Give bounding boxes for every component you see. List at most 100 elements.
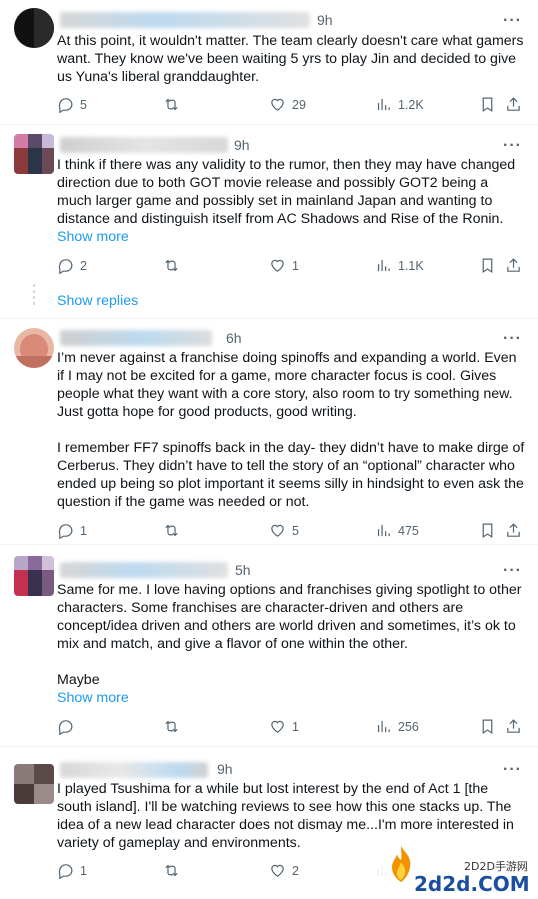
action-bar: 5 29 1.2K (57, 96, 527, 116)
author-name-blurred (60, 330, 212, 346)
reply-count: 2 (80, 258, 87, 273)
like-button[interactable]: 1 (269, 718, 299, 735)
tweet-time[interactable]: 5h (235, 562, 251, 578)
bookmark-icon (482, 97, 493, 113)
reply-button[interactable]: 5 (57, 96, 87, 113)
repost-icon (165, 720, 178, 733)
repost-icon (165, 864, 178, 877)
repost-icon (165, 98, 178, 111)
bookmark-icon (482, 523, 493, 539)
more-options-icon[interactable]: ··· (503, 330, 522, 348)
share-icon (507, 523, 520, 537)
bookmark-button[interactable] (479, 718, 496, 735)
more-options-icon[interactable]: ··· (503, 137, 522, 155)
reply-count: 1 (80, 523, 87, 538)
share-button[interactable] (505, 718, 522, 735)
repost-icon (165, 259, 178, 272)
view-count: 475 (398, 523, 419, 538)
site-watermark: 2D2D手游网 2d2d.COM (378, 840, 538, 899)
tweet-text: I’m never against a franchise doing spin… (57, 350, 525, 510)
action-bar: 1 256 (57, 718, 527, 738)
views-icon (377, 720, 390, 733)
reply-count: 5 (80, 97, 87, 112)
reply-button[interactable]: 1 (57, 862, 87, 879)
views-button[interactable]: 1.2K (375, 96, 424, 113)
tweet-text: Same for me. I love having options and f… (57, 582, 522, 688)
views-button[interactable]: 1.1K (375, 257, 424, 274)
action-bar: 2 1 1.1K (57, 257, 527, 277)
reply-icon (58, 259, 73, 274)
like-button[interactable]: 29 (269, 96, 306, 113)
author-name-blurred (60, 137, 228, 153)
more-options-icon[interactable]: ··· (503, 761, 522, 779)
heart-icon (271, 524, 284, 537)
repost-button[interactable] (163, 862, 180, 879)
reply-button[interactable]: 2 (57, 257, 87, 274)
more-options-icon[interactable]: ··· (503, 562, 522, 580)
tweet-1[interactable]: 9h ··· At this point, it wouldn't matter… (0, 0, 538, 124)
bookmark-icon (482, 258, 493, 274)
share-icon (507, 97, 520, 111)
show-more-link[interactable]: Show more (57, 690, 129, 706)
tweet-3[interactable]: 6h ··· I’m never against a franchise doi… (0, 318, 538, 544)
author-name-blurred (60, 562, 228, 578)
action-bar: 1 5 475 (57, 522, 527, 542)
bookmark-button[interactable] (479, 522, 496, 539)
views-button[interactable]: 475 (375, 522, 419, 539)
tweet-4[interactable]: 5h ··· Same for me. I love having option… (0, 544, 538, 746)
like-count: 29 (292, 97, 306, 112)
tweet-time[interactable]: 9h (234, 137, 250, 153)
avatar[interactable] (14, 556, 54, 596)
bookmark-button[interactable] (479, 96, 496, 113)
reply-icon (58, 524, 73, 539)
heart-icon (271, 259, 284, 272)
like-button[interactable]: 5 (269, 522, 299, 539)
views-icon (377, 524, 390, 537)
show-replies-link[interactable]: Show replies (57, 293, 138, 309)
like-count: 1 (292, 258, 299, 273)
share-button[interactable] (505, 257, 522, 274)
like-count: 5 (292, 523, 299, 538)
bookmark-button[interactable] (479, 257, 496, 274)
like-button[interactable]: 2 (269, 862, 299, 879)
share-button[interactable] (505, 96, 522, 113)
reply-button[interactable] (57, 718, 80, 735)
show-more-link[interactable]: Show more (57, 229, 129, 245)
tweet-time[interactable]: 9h (317, 12, 333, 28)
tweet-2[interactable]: 9h ··· I think if there was any validity… (0, 124, 538, 318)
like-button[interactable]: 1 (269, 257, 299, 274)
share-button[interactable] (505, 522, 522, 539)
tweet-text: I think if there was any validity to the… (57, 157, 516, 227)
avatar[interactable] (14, 134, 54, 174)
repost-icon (165, 524, 178, 537)
flame-logo-icon (392, 846, 411, 882)
share-icon (507, 258, 520, 272)
view-count: 256 (398, 719, 419, 734)
avatar[interactable] (14, 8, 54, 48)
reply-button[interactable]: 1 (57, 522, 87, 539)
like-count: 2 (292, 863, 299, 878)
views-icon (377, 98, 390, 111)
view-count: 1.2K (398, 97, 424, 112)
repost-button[interactable] (163, 96, 180, 113)
author-name-blurred (60, 12, 310, 28)
view-count: 1.1K (398, 258, 424, 273)
views-icon (377, 259, 390, 272)
reply-count: 1 (80, 863, 87, 878)
heart-icon (271, 864, 284, 877)
repost-button[interactable] (163, 522, 180, 539)
avatar[interactable] (14, 764, 54, 804)
views-button[interactable]: 256 (375, 718, 419, 735)
bookmark-icon (482, 719, 493, 735)
repost-button[interactable] (163, 257, 180, 274)
reply-icon (58, 720, 73, 735)
avatar[interactable] (14, 328, 54, 368)
more-options-icon[interactable]: ··· (503, 12, 522, 30)
like-count: 1 (292, 719, 299, 734)
reply-icon (58, 98, 73, 113)
tweet-time[interactable]: 9h (217, 761, 233, 777)
heart-icon (271, 98, 284, 111)
thread-line (33, 284, 35, 306)
repost-button[interactable] (163, 718, 180, 735)
tweet-time[interactable]: 6h (226, 330, 242, 346)
